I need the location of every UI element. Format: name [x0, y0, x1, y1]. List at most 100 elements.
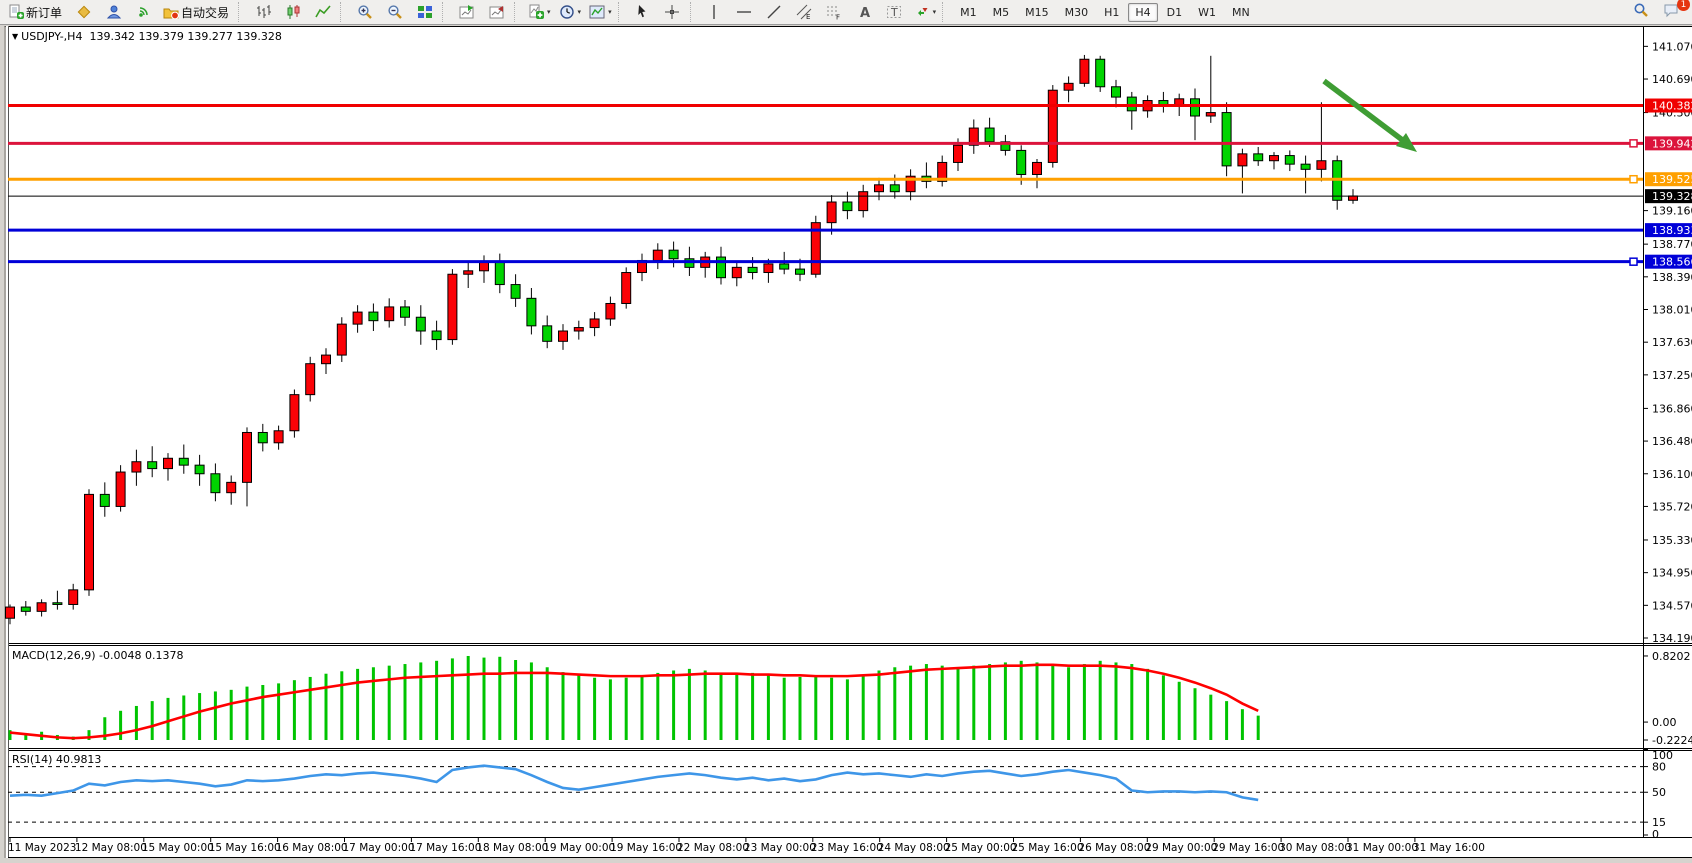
macd-histogram-bar — [151, 701, 154, 740]
channel-tool-button[interactable]: E — [791, 1, 819, 23]
search-button[interactable] — [1627, 1, 1655, 23]
market-watch-button[interactable] — [70, 1, 98, 23]
bull-candle — [875, 185, 884, 192]
arrows-tool-button[interactable]: ▾ — [911, 1, 940, 23]
fibonacci-tool-button[interactable]: F — [821, 1, 849, 23]
bear-candle — [432, 331, 441, 340]
zoom-in-button[interactable] — [351, 1, 379, 23]
hline-handle[interactable] — [1630, 258, 1637, 265]
signals-button[interactable] — [130, 1, 158, 23]
macd-histogram-bar — [1225, 701, 1228, 740]
timeframe-button-m5[interactable]: M5 — [986, 3, 1017, 22]
macd-histogram-bar — [988, 664, 991, 740]
timeframe-button-m1[interactable]: M1 — [953, 3, 984, 22]
crosshair-tool-button[interactable] — [659, 1, 687, 23]
time-tick-label: 17 May 00:00 — [343, 842, 415, 854]
zoom-out-button[interactable] — [381, 1, 409, 23]
bear-candle — [369, 312, 378, 321]
label-tool-button[interactable]: T — [881, 1, 909, 23]
auto-scroll-icon — [489, 4, 506, 20]
macd-tick-label: 0.00 — [1652, 716, 1677, 729]
bear-candle — [890, 185, 899, 192]
toolbar-buttons: 新订单 自动交易 ▾ ▾ ▾ E FAT ▾ M1M5M15M30H1H4D1W1MN — [0, 1, 1258, 23]
bear-candle — [195, 465, 204, 474]
signal-icon — [136, 4, 153, 20]
timeframe-button-m15[interactable]: M15 — [1018, 3, 1056, 22]
bull-candle — [1317, 161, 1326, 170]
new-chart-button[interactable]: ▾ — [525, 1, 554, 23]
horizontal-line-tool-button[interactable] — [731, 1, 759, 23]
macd-histogram-bar — [261, 685, 264, 740]
bull-candle — [1048, 90, 1057, 162]
macd-histogram-bar — [1130, 664, 1133, 740]
macd-histogram-bar — [419, 662, 422, 740]
timeframe-button-m30[interactable]: M30 — [1058, 3, 1096, 22]
hline-handle[interactable] — [1630, 140, 1637, 147]
text-tool-button[interactable]: A — [851, 1, 879, 23]
trendline-tool-button[interactable] — [761, 1, 789, 23]
bull-candle — [559, 331, 568, 341]
autotrading-button[interactable]: 自动交易 — [160, 1, 235, 23]
timeframe-button-w1[interactable]: W1 — [1191, 3, 1223, 22]
candlestick-chart-button[interactable] — [279, 1, 307, 23]
auto-scroll-button[interactable] — [483, 1, 511, 23]
timeframe-button-h4[interactable]: H4 — [1128, 3, 1157, 22]
dropdown-arrow-icon[interactable]: ▾ — [933, 8, 937, 16]
macd-histogram-bar — [941, 666, 944, 740]
bear-candle — [543, 326, 552, 341]
profile-button[interactable] — [100, 1, 128, 23]
autotrading-icon — [163, 4, 180, 20]
bear-candle — [780, 264, 789, 269]
bar-chart-button[interactable] — [249, 1, 277, 23]
price-tick-label: 137.250 — [1652, 369, 1692, 382]
rsi-tick-label: 50 — [1652, 786, 1666, 799]
candlestick-icon — [285, 4, 302, 20]
macd-histogram-bar — [814, 676, 817, 740]
bear-candle — [148, 462, 157, 469]
trading-terminal: { "toolbar": { "new_order_label": "新订单",… — [0, 0, 1692, 863]
dropdown-arrow-icon[interactable]: ▾ — [578, 8, 582, 16]
macd-histogram-bar — [957, 667, 960, 740]
bull-candle — [243, 432, 252, 482]
cursor-tool-button[interactable] — [629, 1, 657, 23]
timeframe-button-h1[interactable]: H1 — [1097, 3, 1126, 22]
bear-candle — [1301, 164, 1310, 169]
cursor-icon — [634, 4, 651, 20]
price-line-label: 140.382 — [1652, 100, 1692, 113]
dropdown-arrow-icon[interactable]: ▾ — [547, 8, 551, 16]
time-tick-label: 19 May 00:00 — [543, 842, 615, 854]
macd-histogram-bar — [656, 673, 659, 740]
macd-histogram-bar — [1004, 662, 1007, 740]
time-tick-label: 11 May 2023 — [8, 842, 76, 854]
macd-histogram-bar — [1178, 682, 1181, 740]
tile-windows-button[interactable] — [411, 1, 439, 23]
timeframe-button-mn[interactable]: MN — [1225, 3, 1257, 22]
macd-histogram-bar — [356, 669, 359, 740]
macd-histogram-bar — [325, 674, 328, 740]
dropdown-arrow-icon[interactable]: ▾ — [608, 8, 612, 16]
new-order-button[interactable]: 新订单 — [5, 1, 68, 23]
vertical-line-tool-button[interactable] — [701, 1, 729, 23]
chart-shift-button[interactable] — [453, 1, 481, 23]
channel-icon: E — [796, 4, 813, 20]
price-tick-label: 135.720 — [1652, 500, 1692, 513]
hline-handle[interactable] — [1630, 176, 1637, 183]
macd-histogram-bar — [214, 691, 217, 740]
line-chart-button[interactable] — [309, 1, 337, 23]
periods-menu-button[interactable]: ▾ — [556, 1, 585, 23]
price-line-label: 139.525 — [1652, 173, 1692, 186]
templates-button[interactable]: ▾ — [586, 1, 615, 23]
notifications-button[interactable]: 1 — [1657, 1, 1685, 23]
macd-histogram-bar — [1036, 662, 1039, 740]
macd-histogram-bar — [972, 666, 975, 740]
bear-candle — [1254, 154, 1263, 161]
timeframe-button-d1[interactable]: D1 — [1160, 3, 1189, 22]
price-line-label: 138.933 — [1652, 224, 1692, 237]
macd-histogram-bar — [909, 666, 912, 740]
macd-histogram-bar — [1241, 709, 1244, 740]
bear-candle — [1112, 87, 1121, 97]
bull-candle — [227, 482, 236, 492]
svg-text:E: E — [806, 13, 810, 20]
vertical-line-icon — [706, 4, 723, 20]
collapse-triangle-icon[interactable]: ▼ — [12, 32, 18, 41]
